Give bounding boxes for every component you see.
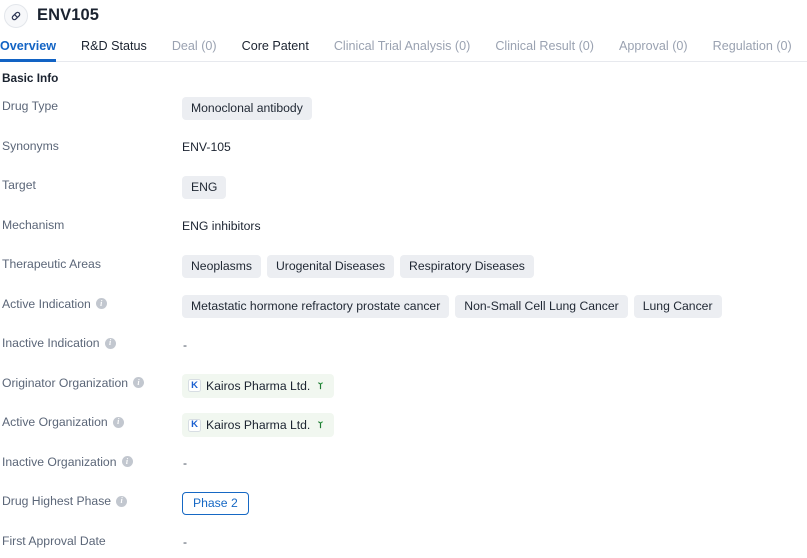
field-label-active-organization: Active Organization i [0,412,182,430]
field-value-originator-organization: K Kairos Pharma Ltd. [182,373,807,398]
field-label-synonyms: Synonyms [0,136,182,154]
field-label-text: Synonyms [2,138,59,153]
field-label-text: First Approval Date [2,533,106,548]
field-value-mechanism: ENG inhibitors [182,215,807,237]
field-row-therapeutic-areas: Therapeutic Areas Neoplasms Urogenital D… [0,254,807,281]
info-icon[interactable]: i [104,337,116,349]
page-title: ENV105 [37,6,100,25]
field-label-active-indication: Active Indication i [0,294,182,312]
field-value-synonyms: ENV-105 [182,136,807,158]
field-label-text: Active Indication [2,296,91,311]
field-label-first-approval-date: First Approval Date [0,531,182,549]
field-label-text: Drug Highest Phase [2,494,112,508]
chip[interactable]: Urogenital Diseases [266,255,395,279]
info-icon[interactable]: i [112,416,124,428]
info-icon[interactable]: i [121,456,133,468]
field-value-inactive-indication: - [182,333,807,355]
organization-name: Kairos Pharma Ltd. [206,418,311,432]
tab-core-patent[interactable]: Core Patent [242,40,309,61]
page-header: ENV105 [0,0,807,31]
field-value-drug-type: Monoclonal antibody [182,96,807,121]
field-row-originator-organization: Originator Organization i K Kairos Pharm… [0,373,807,400]
field-label-originator-organization: Originator Organization i [0,373,182,391]
field-row-mechanism: Mechanism ENG inhibitors [0,215,807,242]
pill-capsule-icon [4,3,28,28]
text-value: ENG inhibitors [182,218,261,233]
tab-regulation[interactable]: Regulation (0) [713,40,792,61]
field-value-therapeutic-areas: Neoplasms Urogenital Diseases Respirator… [182,254,807,279]
field-value-active-organization: K Kairos Pharma Ltd. [182,412,807,437]
organization-logo-icon: K [188,418,201,432]
field-row-drug-highest-phase: Drug Highest Phase i Phase 2 [0,491,807,518]
info-icon[interactable]: i [95,298,107,310]
empty-value: - [183,456,188,470]
chip[interactable]: ENG [182,176,227,200]
chip[interactable]: Neoplasms [182,255,261,279]
field-label-text: Inactive Organization [2,454,117,469]
organization-name: Kairos Pharma Ltd. [206,378,311,393]
organization-chip[interactable]: K Kairos Pharma Ltd. [182,373,335,398]
field-label-text: Drug Type [2,99,59,113]
field-row-active-organization: Active Organization i K Kairos Pharma Lt… [0,412,807,439]
field-value-first-approval-date: - [182,531,807,553]
section-title-basic-info: Basic Info [2,71,59,85]
field-row-first-approval-date: First Approval Date - [0,531,807,558]
overview-panel: Basic Info Drug Type Monoclonal antibody… [0,62,807,558]
tab-overview[interactable]: Overview [0,40,57,62]
field-label-inactive-indication: Inactive Indication i [0,333,182,351]
field-label-text: Originator Organization [2,375,128,390]
field-label-text: Target [2,178,36,192]
organization-logo-icon: K [188,379,201,392]
tab-clinical-result[interactable]: Clinical Result (0) [495,40,594,61]
tab-bar: Overview R&D Status Deal (0) Core Patent… [0,31,807,62]
info-icon[interactable]: i [116,495,128,507]
tab-deal[interactable]: Deal (0) [172,40,217,61]
sprout-icon [315,416,326,434]
chip[interactable]: Lung Cancer [633,294,722,318]
field-label-text: Mechanism [2,217,65,232]
field-label-inactive-organization: Inactive Organization i [0,452,182,470]
field-label-mechanism: Mechanism [0,215,182,233]
chip[interactable]: Non-Small Cell Lung Cancer [455,294,628,318]
phase-badge[interactable]: Phase 2 [182,492,249,516]
field-label-therapeutic-areas: Therapeutic Areas [0,254,182,272]
field-row-target: Target ENG [0,175,807,202]
field-label-text: Therapeutic Areas [2,257,101,271]
chip[interactable]: Respiratory Diseases [400,255,534,279]
field-row-active-indication: Active Indication i Metastatic hormone r… [0,294,807,321]
text-value: ENV-105 [182,139,231,154]
empty-value: - [183,337,188,352]
field-row-synonyms: Synonyms ENV-105 [0,136,807,163]
organization-chip[interactable]: K Kairos Pharma Ltd. [182,413,335,437]
tab-clinical-trial-analysis[interactable]: Clinical Trial Analysis (0) [334,40,470,61]
field-label-drug-type: Drug Type [0,96,182,114]
field-label-target: Target [0,175,182,193]
field-value-target: ENG [182,175,807,200]
field-label-text: Active Organization [2,415,108,429]
field-row-drug-type: Drug Type Monoclonal antibody [0,96,807,123]
field-label-text: Inactive Indication [2,336,100,350]
field-row-inactive-organization: Inactive Organization i - [0,452,807,479]
field-value-active-indication: Metastatic hormone refractory prostate c… [182,294,807,318]
tab-approval[interactable]: Approval (0) [619,40,688,61]
sprout-icon [315,377,326,395]
empty-value: - [183,535,188,549]
field-label-drug-highest-phase: Drug Highest Phase i [0,491,182,509]
tab-rd-status[interactable]: R&D Status [81,40,147,61]
chip[interactable]: Monoclonal antibody [182,97,312,121]
field-row-inactive-indication: Inactive Indication i - [0,333,807,360]
info-icon[interactable]: i [133,377,144,389]
field-value-inactive-organization: - [182,452,807,474]
chip[interactable]: Metastatic hormone refractory prostate c… [182,294,450,318]
field-value-drug-highest-phase: Phase 2 [182,491,807,516]
